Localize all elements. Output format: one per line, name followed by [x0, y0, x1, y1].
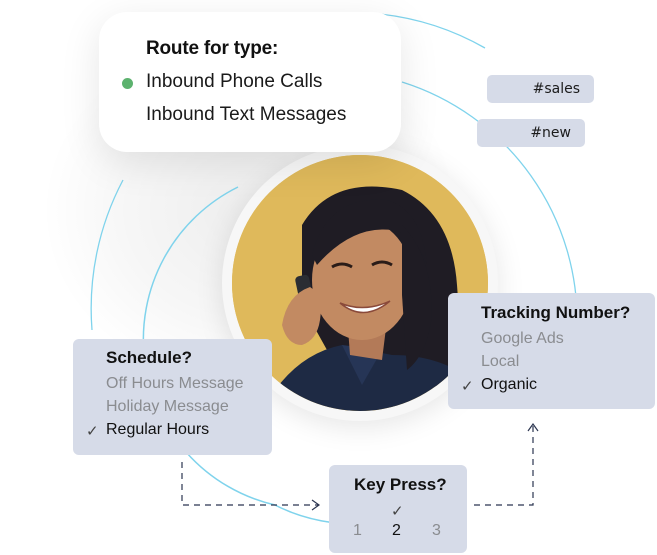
tag-sales[interactable]: #sales	[487, 75, 594, 103]
tracking-option-google-ads[interactable]: Google Ads	[481, 330, 564, 348]
tag-new[interactable]: #new	[477, 119, 585, 147]
key-press-card: Key Press? ✓ 1 2 3	[329, 465, 467, 553]
route-for-type-card: Route for type: Inbound Phone Calls Inbo…	[99, 12, 401, 152]
schedule-option-off-hours[interactable]: Off Hours Message	[106, 375, 244, 393]
schedule-option-holiday[interactable]: Holiday Message	[106, 398, 229, 416]
selected-dot-icon	[122, 78, 133, 89]
schedule-card: Schedule? Off Hours Message Holiday Mess…	[73, 339, 272, 455]
tracking-number-card: Tracking Number? Google Ads Local ✓ Orga…	[448, 293, 655, 409]
key-option-3[interactable]: 3	[432, 522, 441, 540]
key-option-1[interactable]: 1	[353, 522, 362, 540]
route-card-title: Route for type:	[146, 38, 279, 59]
check-icon: ✓	[461, 377, 474, 395]
tracking-option-local[interactable]: Local	[481, 353, 519, 371]
tracking-title: Tracking Number?	[481, 303, 631, 322]
check-icon: ✓	[86, 422, 99, 440]
key-option-2[interactable]: 2	[392, 522, 401, 540]
route-option-text-messages[interactable]: Inbound Text Messages	[146, 104, 346, 126]
schedule-option-regular-hours[interactable]: Regular Hours	[106, 421, 209, 439]
route-option-phone-calls[interactable]: Inbound Phone Calls	[146, 71, 322, 93]
schedule-title: Schedule?	[106, 348, 192, 367]
tracking-option-organic[interactable]: Organic	[481, 376, 537, 394]
connector-keypress-to-tracking	[474, 424, 534, 506]
outer-arc-left	[90, 179, 124, 331]
check-icon: ✓	[391, 502, 404, 520]
key-press-title: Key Press?	[354, 475, 447, 494]
